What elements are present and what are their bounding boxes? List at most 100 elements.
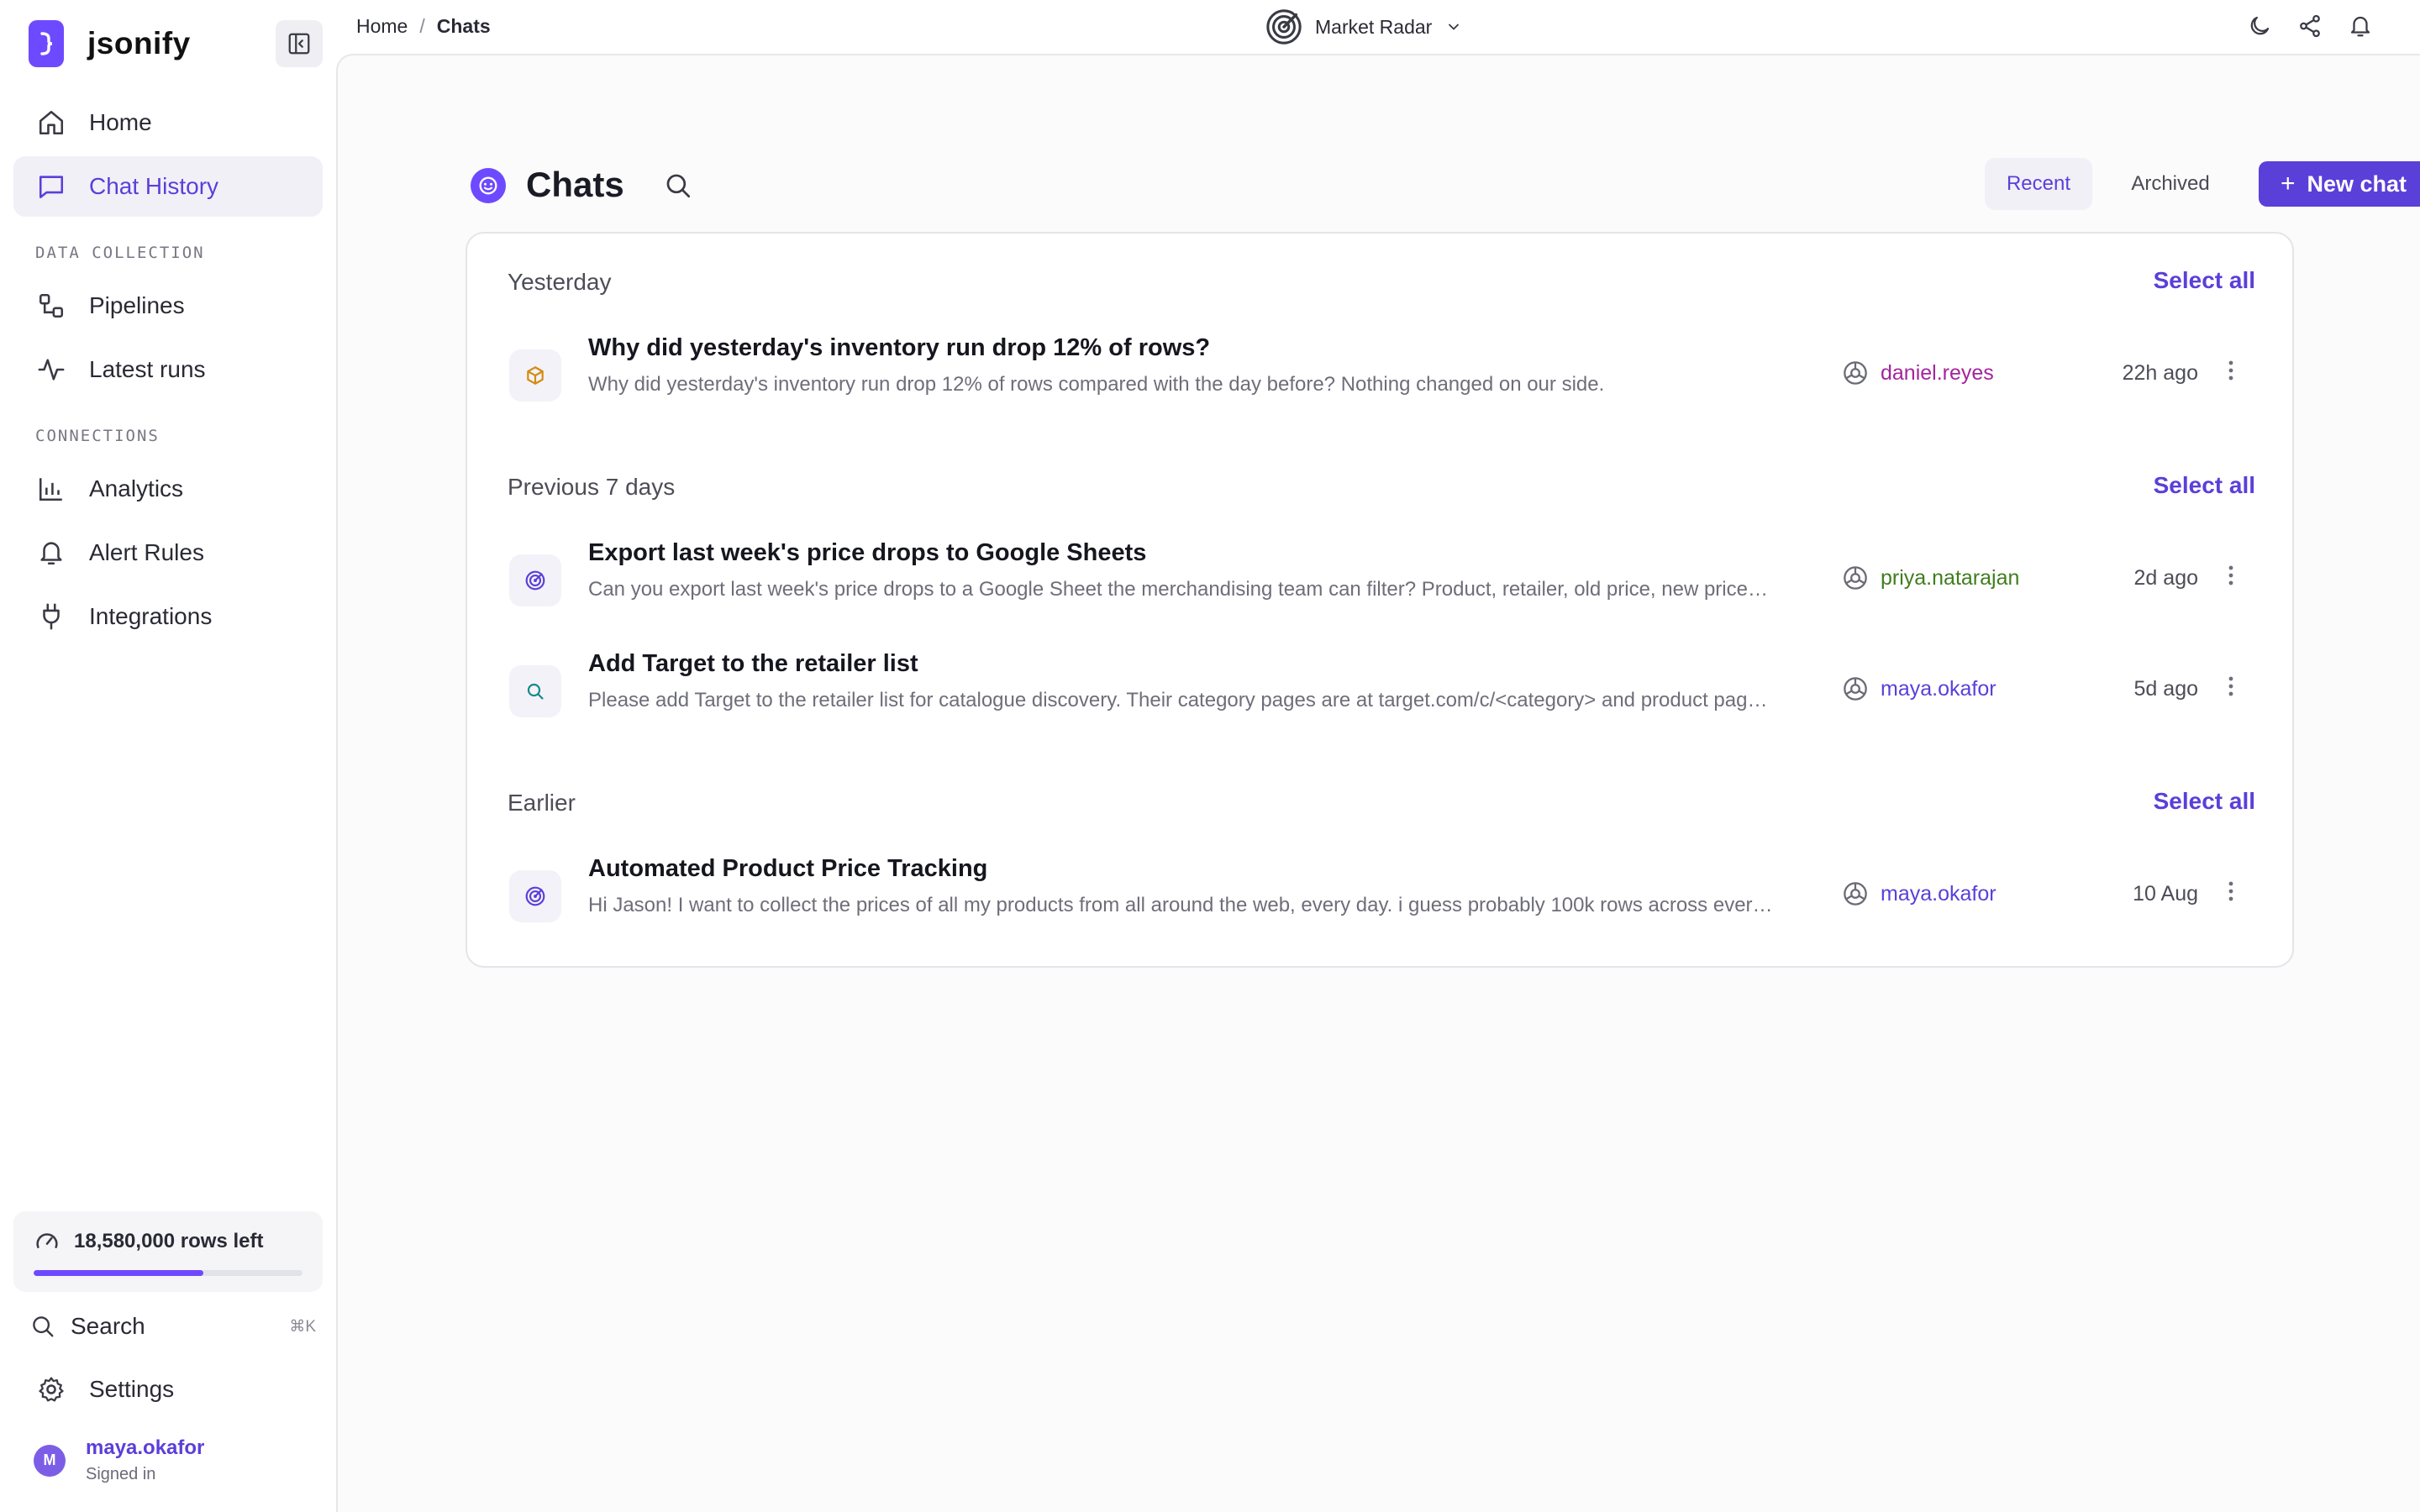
collapse-sidebar-button[interactable]	[276, 20, 323, 67]
section-label-connections: CONNECTIONS	[35, 427, 160, 445]
sidebar-item-integrations[interactable]: Integrations	[13, 586, 323, 647]
chrome-icon	[1842, 360, 1869, 386]
home-icon	[35, 107, 67, 139]
tab-archived[interactable]: Archived	[2112, 158, 2228, 210]
select-all-button[interactable]: Select all	[2154, 788, 2255, 815]
notifications-button[interactable]	[2346, 12, 2375, 40]
new-chat-button[interactable]: + New chat	[2259, 161, 2420, 207]
owner-name: priya.natarajan	[1881, 565, 2020, 590]
sidebar-item-label: Analytics	[89, 475, 184, 501]
radar-icon	[509, 554, 561, 606]
chat-owner[interactable]: maya.okafor	[1842, 880, 1996, 907]
brand[interactable]: jsonify	[29, 20, 191, 67]
chat-owner[interactable]: priya.natarajan	[1842, 564, 2019, 591]
group-title: Earlier	[508, 790, 576, 816]
sidebar-collapse-icon	[288, 33, 310, 55]
chat-title: Add Target to the retailer list	[588, 650, 918, 677]
page-title: Chats	[526, 165, 624, 204]
chat-preview: Can you export last week's price drops t…	[588, 578, 1773, 601]
chat-timestamp: 22h ago	[2122, 361, 2198, 385]
sidebar-item-label: Home	[89, 109, 152, 135]
sidebar-item-pipelines[interactable]: Pipelines	[13, 276, 323, 336]
sidebar-item-label: Latest runs	[89, 356, 206, 382]
pipeline-icon	[35, 290, 67, 322]
sidebar-item-settings[interactable]: Settings	[13, 1359, 323, 1420]
group-title: Yesterday	[508, 269, 612, 295]
sidebar-item-analytics[interactable]: Analytics	[13, 459, 323, 519]
user-profile[interactable]: M maya.okafor Signed in	[34, 1436, 204, 1484]
chrome-icon	[1842, 675, 1869, 702]
group-header: Earlier Select all	[508, 788, 2255, 822]
sidebar-item-latest-runs[interactable]: Latest runs	[13, 339, 323, 400]
plus-icon: +	[2280, 170, 2296, 197]
search-icon	[509, 665, 561, 717]
breadcrumb-current: Chats	[436, 15, 491, 37]
radar-icon	[1266, 9, 1302, 45]
sidebar-item-home[interactable]: Home	[13, 92, 323, 153]
group-title: Previous 7 days	[508, 474, 676, 500]
more-options-icon[interactable]	[2218, 356, 2244, 385]
breadcrumb-home-link[interactable]: Home	[356, 15, 408, 38]
section-label-data-collection: DATA COLLECTION	[35, 244, 205, 262]
sidebar-item-label: Integrations	[89, 603, 213, 629]
chat-title: Export last week's price drops to Google…	[588, 539, 1147, 566]
sidebar-item-label: Alert Rules	[89, 539, 204, 565]
chat-icon	[35, 171, 67, 202]
chat-owner[interactable]: maya.okafor	[1842, 675, 1996, 702]
sidebar-item-alert-rules[interactable]: Alert Rules	[13, 522, 323, 583]
chat-row[interactable]: Export last week's price drops to Google…	[509, 539, 2257, 615]
brand-name: jsonify	[87, 26, 191, 60]
workspace-name: Market Radar	[1315, 15, 1433, 38]
select-all-button[interactable]: Select all	[2154, 472, 2255, 499]
tab-recent[interactable]: Recent	[1985, 158, 2092, 210]
chat-owner[interactable]: daniel.reyes	[1842, 360, 1994, 386]
sidebar-search-label: Search	[71, 1313, 145, 1339]
rows-left-text: 18,580,000 rows left	[74, 1230, 264, 1252]
bar-chart-icon	[35, 473, 67, 505]
search-icon	[666, 174, 691, 198]
chat-preview: Why did yesterday's inventory run drop 1…	[588, 373, 1605, 396]
chat-preview: Please add Target to the retailer list f…	[588, 689, 1773, 711]
workspace-switcher[interactable]: Market Radar	[1265, 7, 1462, 47]
owner-name: maya.okafor	[1881, 881, 1996, 906]
box-icon	[509, 349, 561, 402]
moon-icon	[2250, 16, 2270, 35]
more-options-icon[interactable]	[2218, 877, 2244, 906]
group-header: Yesterday Select all	[508, 267, 2255, 301]
radar-icon	[509, 870, 561, 922]
group-header: Previous 7 days Select all	[508, 472, 2255, 506]
plug-icon	[35, 601, 67, 633]
share-button[interactable]	[2296, 12, 2324, 40]
sidebar-item-chat-history[interactable]: Chat History	[13, 156, 323, 217]
topbar-actions	[2245, 12, 2375, 40]
more-options-icon[interactable]	[2218, 561, 2244, 590]
chat-timestamp: 10 Aug	[2133, 882, 2198, 906]
share-icon	[2300, 14, 2320, 38]
sidebar-search-button[interactable]: Search ⌘K	[30, 1307, 316, 1346]
bell-icon	[35, 537, 67, 569]
chat-preview: Hi Jason! I want to collect the prices o…	[588, 894, 1773, 916]
sidebar-item-label: Settings	[89, 1376, 175, 1402]
chat-row[interactable]: Add Target to the retailer list Please ad…	[509, 650, 2257, 726]
user-status: Signed in	[86, 1465, 156, 1483]
chat-timestamp: 2d ago	[2133, 566, 2198, 590]
topbar: Home / Chats Market Radar	[336, 0, 2420, 54]
rows-quota-card[interactable]: 18,580,000 rows left	[13, 1211, 323, 1292]
chat-timestamp: 5d ago	[2133, 677, 2198, 701]
chat-row[interactable]: Why did yesterday's inventory run drop 1…	[509, 334, 2257, 410]
app-root: jsonify Home Chat History DATA COLLECTIO…	[0, 0, 2420, 1512]
sidebar-item-label: Pipelines	[89, 292, 185, 318]
select-all-button[interactable]: Select all	[2154, 267, 2255, 294]
quota-progress-fill	[34, 1270, 203, 1276]
theme-toggle-button[interactable]	[2245, 12, 2274, 40]
breadcrumb: Home / Chats	[356, 15, 491, 38]
chat-list-card: Yesterday Select all Why did yesterday's i…	[466, 232, 2294, 968]
brand-logo-icon	[29, 20, 64, 67]
breadcrumb-separator: /	[419, 15, 425, 37]
chat-search-button[interactable]	[664, 171, 694, 202]
chat-row[interactable]: Automated Product Price Tracking Hi Jason…	[509, 855, 2257, 931]
chat-title: Automated Product Price Tracking	[588, 855, 988, 882]
avatar: M	[34, 1444, 66, 1477]
owner-name: maya.okafor	[1881, 676, 1996, 701]
more-options-icon[interactable]	[2218, 672, 2244, 701]
